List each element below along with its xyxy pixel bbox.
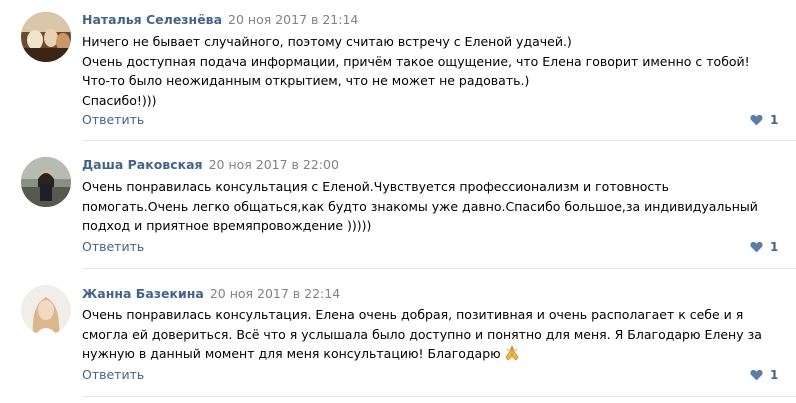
comment-item: Жанна Базекина 20 ноя 2017 в 22:14 Очень …: [0, 0, 796, 403]
comment-line-text: Очень понравилась консультация. Елена оч…: [82, 307, 762, 361]
reply-button[interactable]: Ответить: [82, 367, 144, 382]
comment-text: Очень понравилась консультация. Елена оч…: [82, 305, 772, 367]
comment-meta: Жанна Базекина 20 ноя 2017 в 22:14: [82, 286, 340, 301]
divider: [82, 396, 796, 397]
comment-date[interactable]: 20 ноя 2017 в 22:14: [210, 286, 340, 301]
heart-icon: [750, 369, 763, 381]
folded-hands-icon: [504, 344, 520, 367]
author-name[interactable]: Жанна Базекина: [82, 286, 204, 301]
like-count: 1: [770, 368, 779, 382]
comment-line: Очень понравилась консультация. Елена оч…: [82, 305, 772, 367]
avatar[interactable]: [21, 285, 71, 335]
like-button[interactable]: 1: [750, 368, 778, 382]
